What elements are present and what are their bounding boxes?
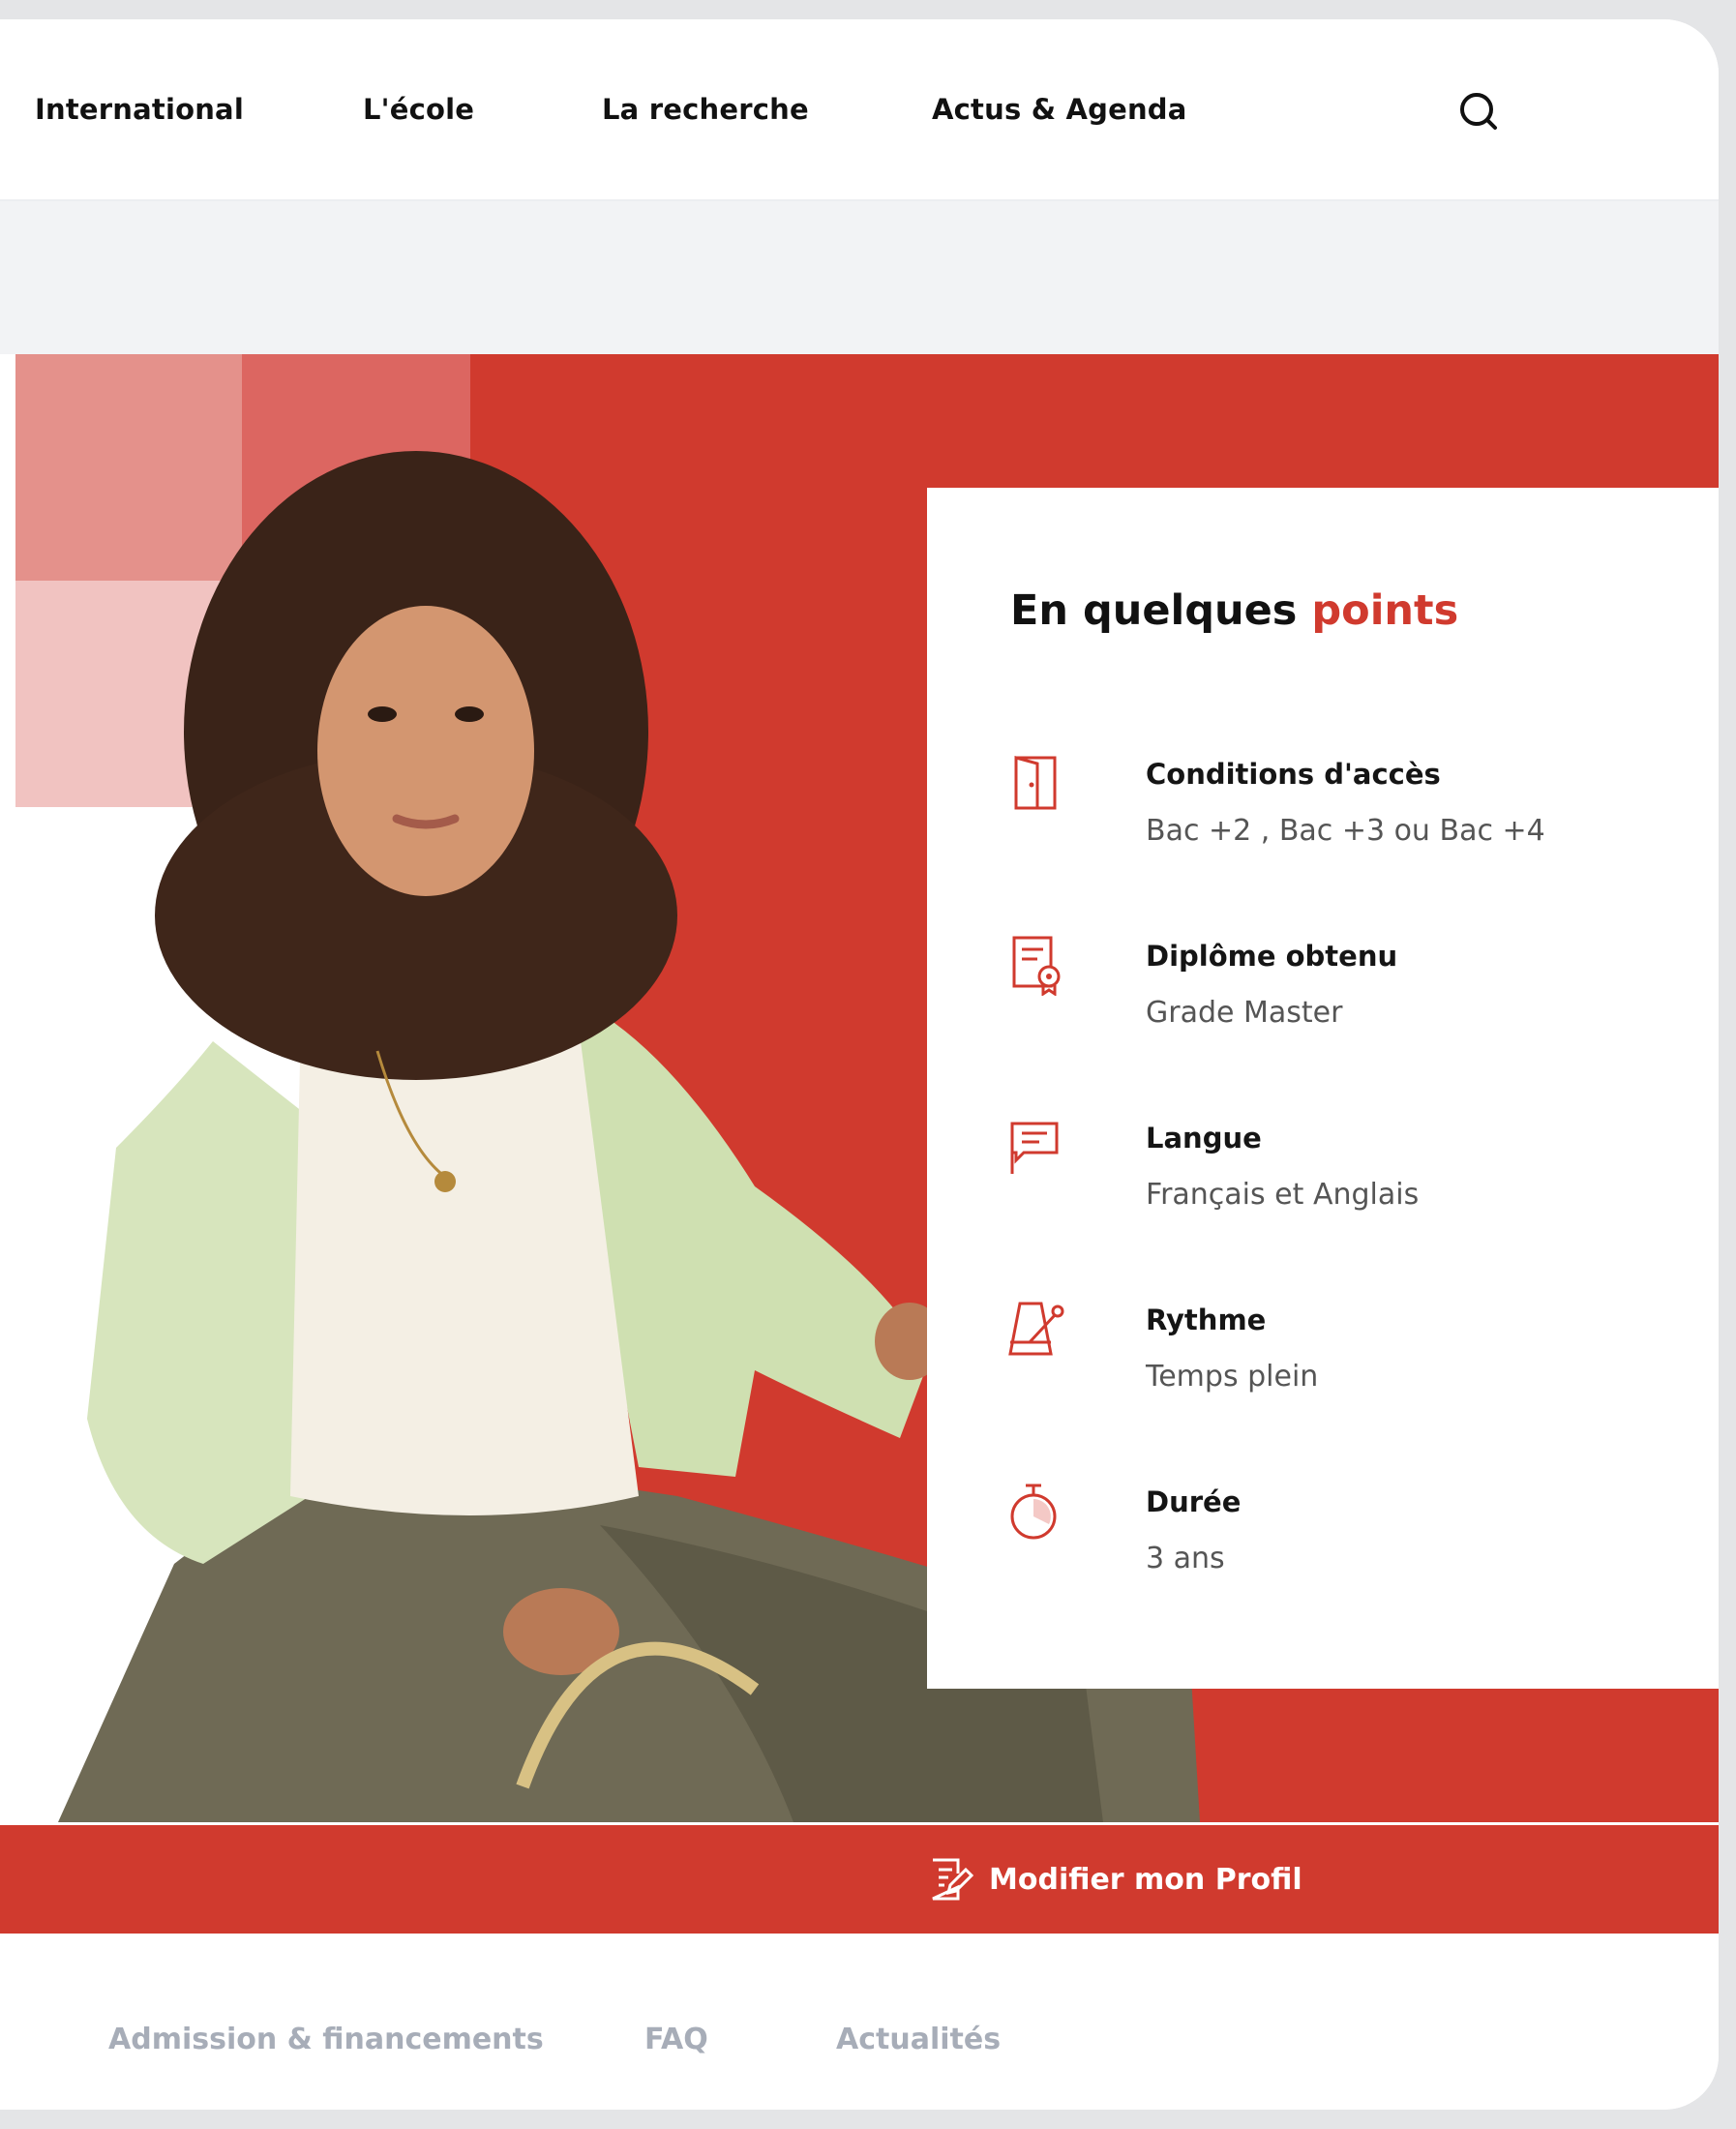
tab-actualites[interactable]: Actualités [836,2023,1001,2056]
edit-profile-label: Modifier mon Profil [989,1862,1302,1897]
card-title-main: En quelques [1010,586,1312,635]
door-icon [1014,756,1057,810]
point-label: Durée [1146,1485,1242,1518]
info-card: En quelques points Conditions d'accès Ba… [927,488,1719,1689]
point-value: Temps plein [1146,1360,1319,1394]
speech-flag-icon [1010,1122,1059,1174]
point-item: Diplôme obtenu Grade Master [927,934,1719,1069]
stopwatch-icon [1010,1484,1057,1540]
point-label: Langue [1146,1122,1262,1154]
profile-bar: Modifier mon Profil [0,1825,1719,1934]
device-frame: International L'école La recherche Actus… [0,19,1719,2110]
card-title: En quelques points [1010,586,1458,635]
main-nav: International L'école La recherche Actus… [0,19,1719,201]
nav-item-recherche[interactable]: La recherche [602,93,809,126]
point-label: Rythme [1146,1304,1267,1336]
nav-item-ecole[interactable]: L'école [363,93,474,126]
point-label: Diplôme obtenu [1146,940,1398,973]
metronome-icon [1008,1302,1064,1356]
search-icon [1460,93,1497,130]
point-item: Durée 3 ans [927,1480,1719,1615]
point-value: Français et Anglais [1146,1178,1420,1212]
point-item: Langue Français et Anglais [927,1116,1719,1251]
point-item: Conditions d'accès Bac +2 , Bac +3 ou Ba… [927,752,1719,887]
diploma-icon [1012,936,1061,996]
bottom-tabs: Admission & financements FAQ Actualités [0,1934,1719,2110]
point-value: 3 ans [1146,1542,1225,1575]
tab-faq[interactable]: FAQ [644,2023,708,2056]
point-item: Rythme Temps plein [927,1298,1719,1433]
edit-profile-button[interactable]: Modifier mon Profil [927,1854,1302,1904]
hero-section: En quelques points Conditions d'accès Ba… [0,354,1719,1825]
point-value: Grade Master [1146,996,1343,1030]
nav-item-international[interactable]: International [35,93,244,126]
grey-band [0,201,1719,354]
tab-admission[interactable]: Admission & financements [108,2023,544,2056]
nav-item-actus-agenda[interactable]: Actus & Agenda [932,93,1187,126]
point-value: Bac +2 , Bac +3 ou Bac +4 [1146,814,1545,848]
edit-profile-icon [932,1858,973,1901]
point-label: Conditions d'accès [1146,758,1441,791]
search-button[interactable] [1456,89,1503,135]
card-title-accent: points [1311,586,1459,635]
